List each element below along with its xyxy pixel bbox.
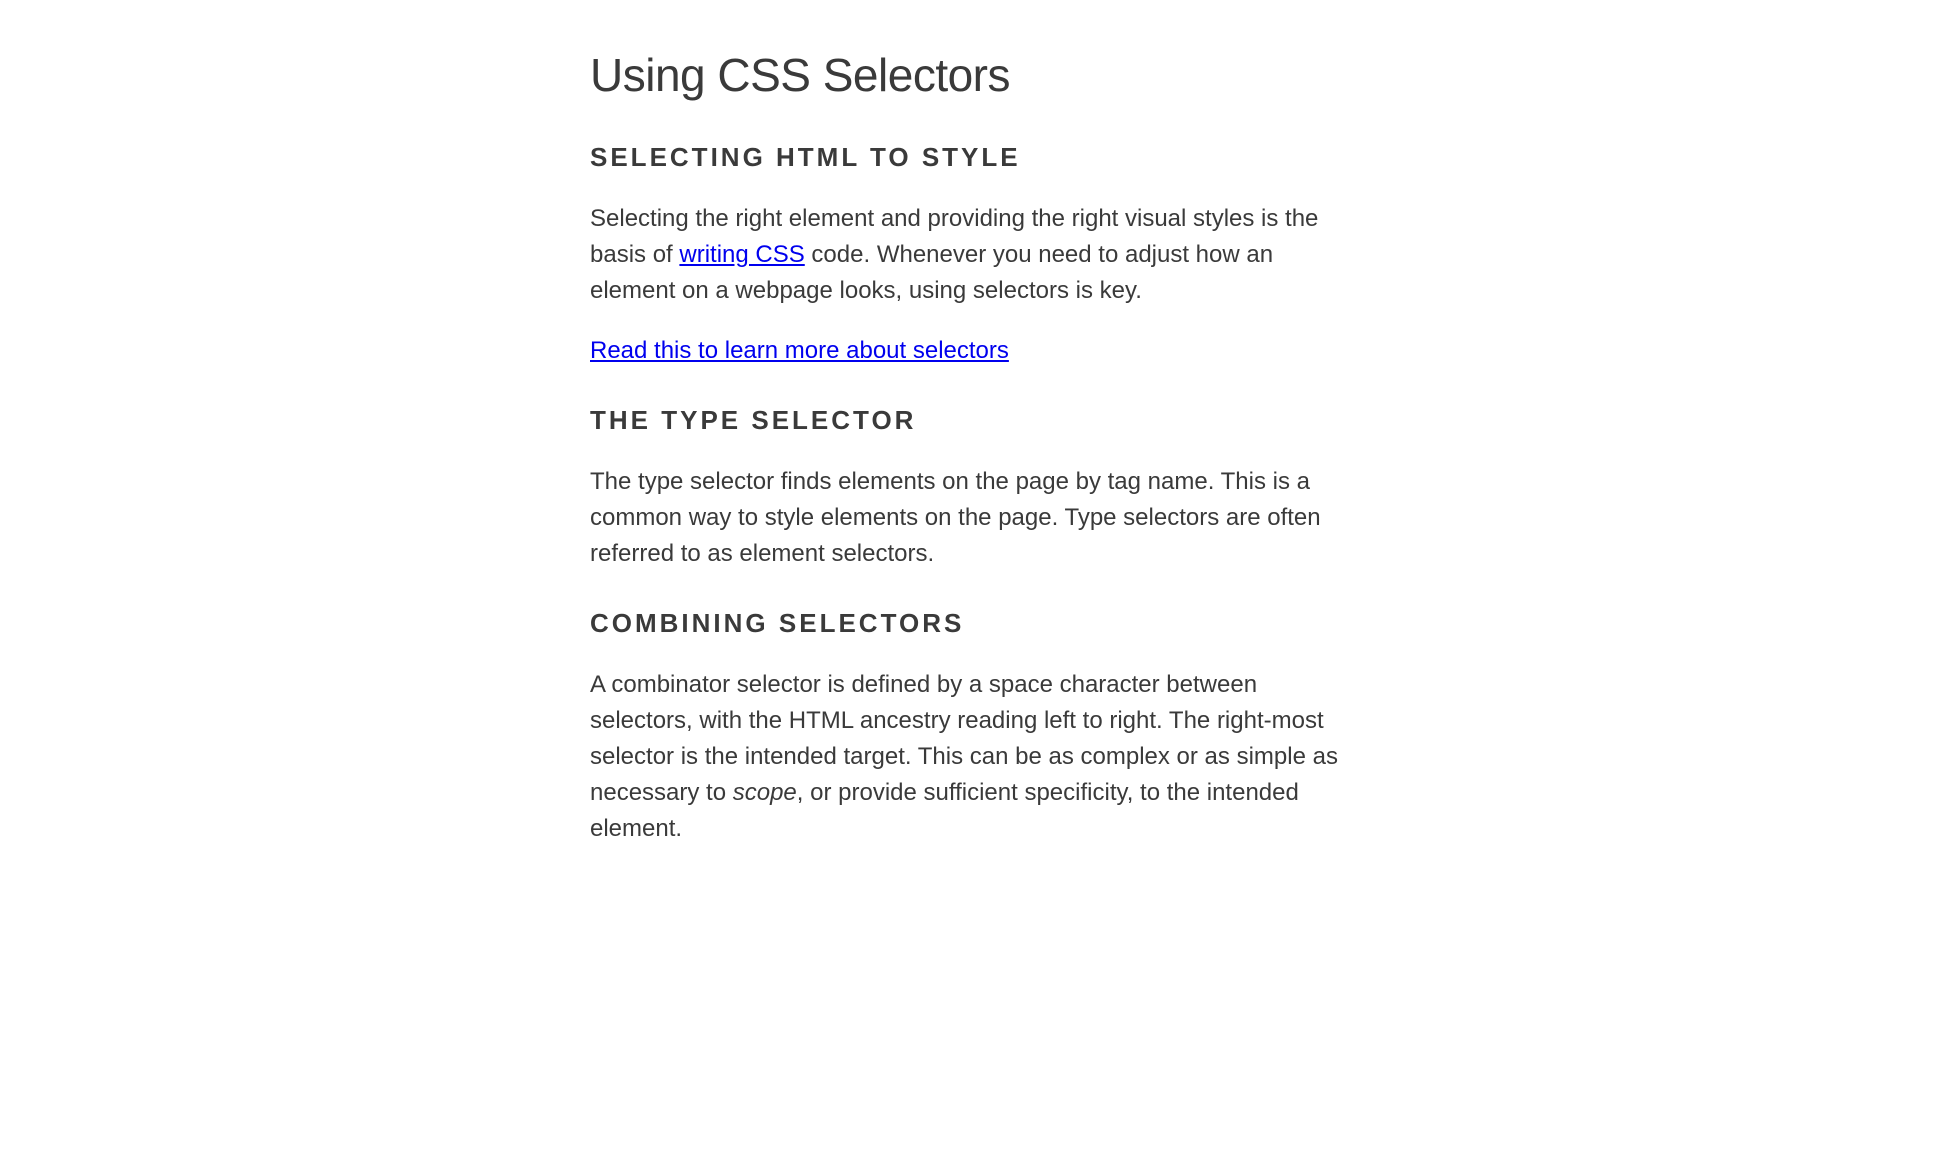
section-heading-combining: COMBINING SELECTORS xyxy=(590,608,1350,639)
paragraph-type-selector: The type selector finds elements on the … xyxy=(590,464,1350,572)
page-title: Using CSS Selectors xyxy=(590,48,1350,102)
paragraph-selecting-intro: Selecting the right element and providin… xyxy=(590,201,1350,309)
section-heading-type-selector: THE TYPE SELECTOR xyxy=(590,405,1350,436)
paragraph-combining: A combinator selector is defined by a sp… xyxy=(590,667,1350,847)
section-heading-selecting: SELECTING HTML TO STYLE xyxy=(590,142,1350,173)
paragraph-link-selectors: Read this to learn more about selectors xyxy=(590,333,1350,369)
emphasis-scope: scope xyxy=(733,779,797,806)
document-container: Using CSS Selectors SELECTING HTML TO ST… xyxy=(570,48,1370,847)
link-learn-selectors[interactable]: Read this to learn more about selectors xyxy=(590,337,1009,364)
link-writing-css[interactable]: writing CSS xyxy=(679,241,804,268)
